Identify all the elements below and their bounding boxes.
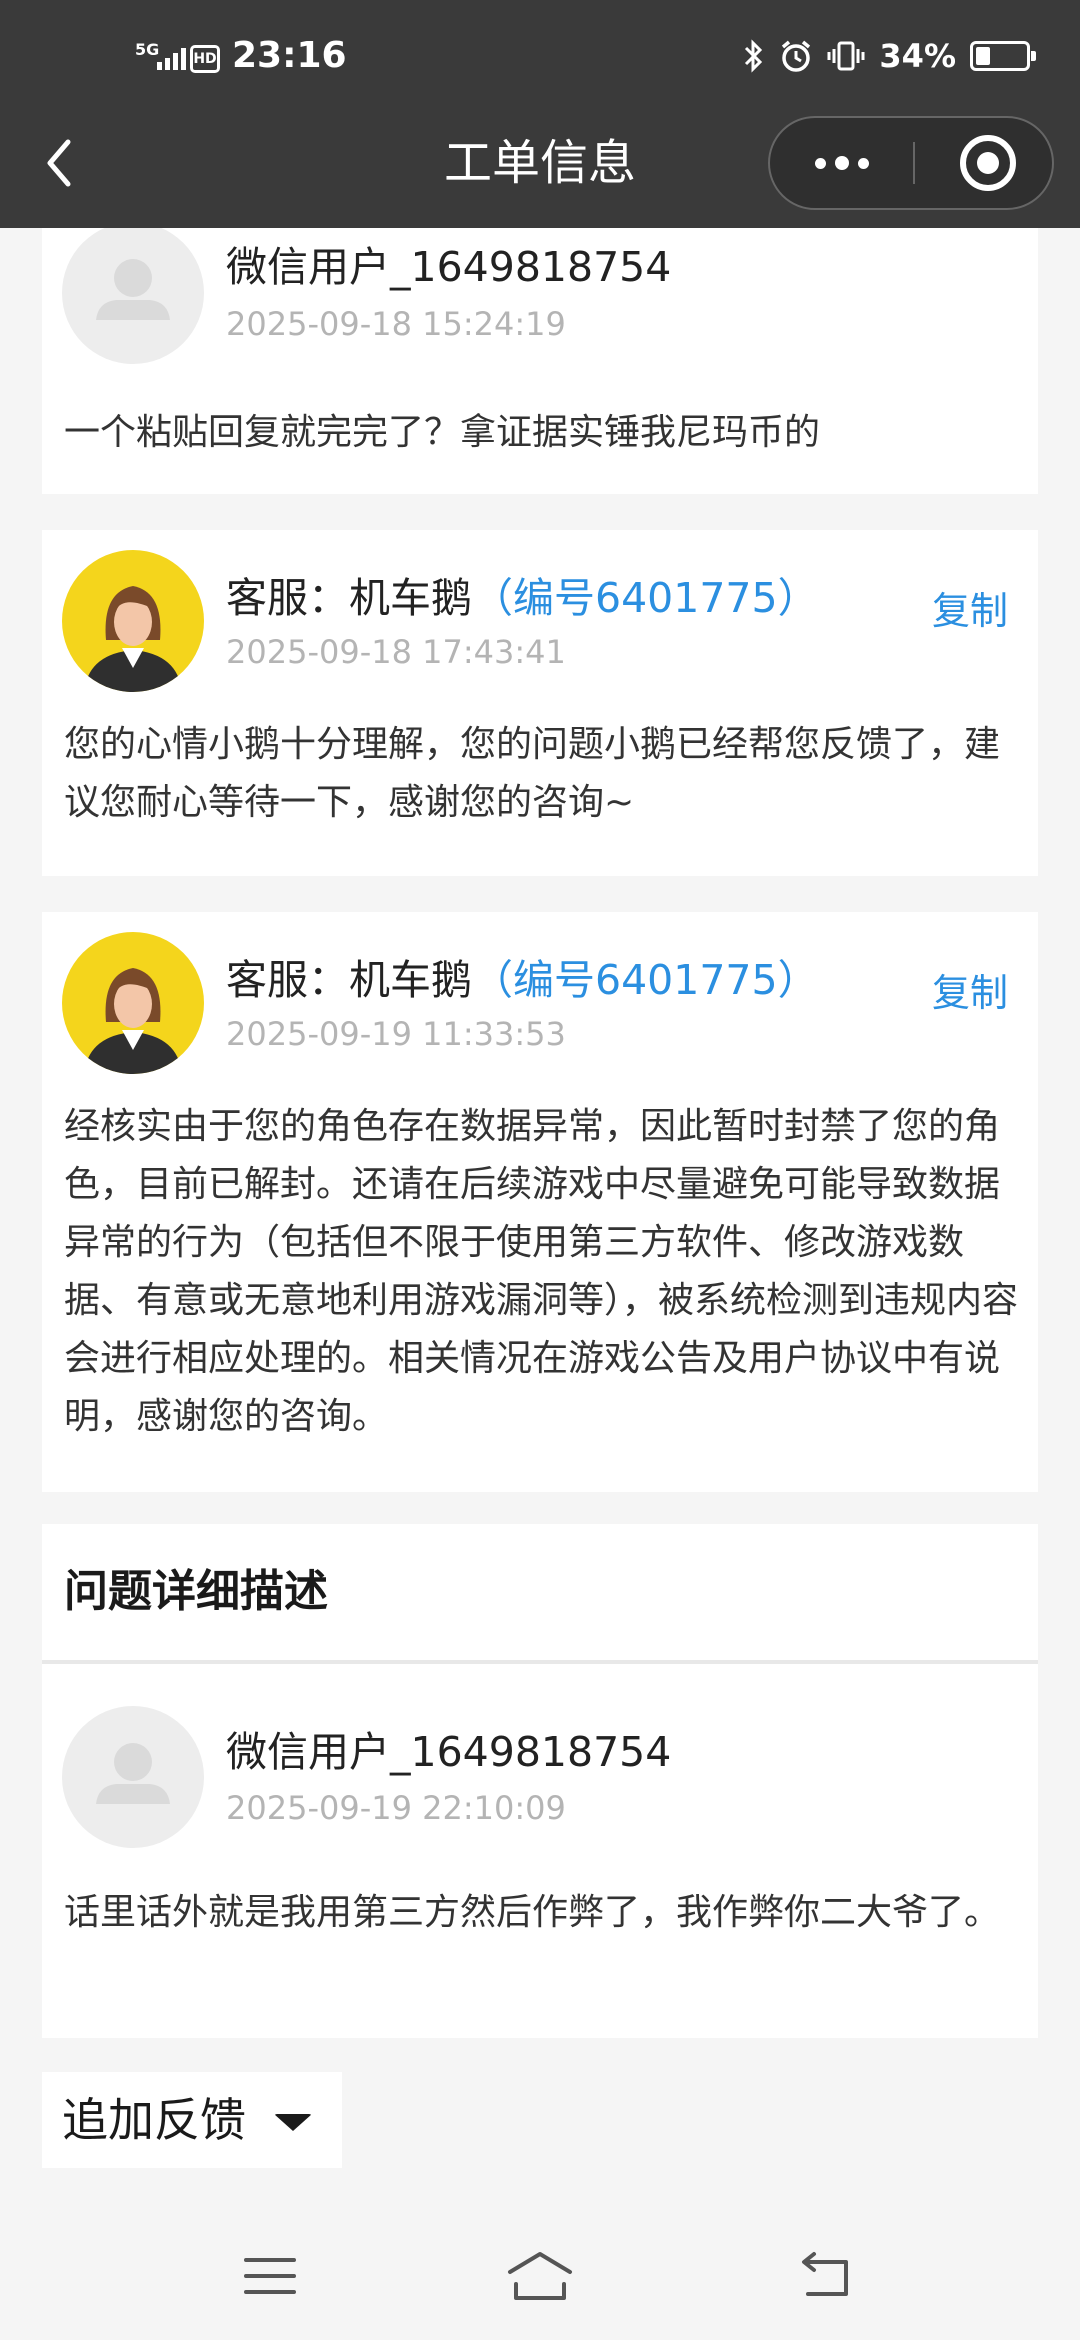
back-nav-icon[interactable]: [794, 2246, 854, 2306]
message-time: 2025-09-19 11:33:53: [226, 1015, 566, 1053]
message-text: 一个粘贴回复就完完了？拿证据实锤我尼玛币的: [64, 412, 821, 453]
message-time: 2025-09-18 15:24:19: [226, 305, 566, 343]
more-icon[interactable]: [770, 118, 913, 208]
agent-label: 客服：机车鹅: [226, 574, 472, 622]
mini-program-capsule: [768, 116, 1054, 210]
vibrate-icon: [827, 41, 865, 71]
agent-label: 客服：机车鹅: [226, 956, 472, 1004]
agent-id: （编号6401775）: [472, 574, 819, 622]
message-text: 您的心情小鹅十分理解，您的问题小鹅已经帮您反馈了，建议您耐心等待一下，感谢您的咨…: [64, 724, 1001, 823]
sender-name: 微信用户_1649818754: [226, 243, 672, 291]
battery-icon: [970, 41, 1036, 71]
copy-button[interactable]: 复制: [932, 968, 1008, 1018]
capsule-divider: [913, 142, 915, 184]
message-time: 2025-09-19 22:10:09: [226, 1789, 566, 1827]
add-feedback-button[interactable]: 追加反馈: [42, 2072, 342, 2168]
message-card: 客服：机车鹅（编号6401775） 复制 2025-09-18 17:43:41…: [42, 530, 1038, 876]
hd-badge: HD: [190, 45, 220, 73]
section-title: 问题详细描述: [64, 1566, 328, 1617]
status-icons: 34%: [743, 36, 1036, 76]
network-label: 5G: [135, 40, 160, 59]
copy-button[interactable]: 复制: [932, 586, 1008, 636]
system-nav-bar: [0, 2210, 1080, 2340]
menu-icon[interactable]: [240, 2246, 300, 2306]
sender-name: 微信用户_1649818754: [226, 1728, 672, 1776]
battery-percent: 34%: [879, 37, 956, 75]
message-time: 2025-09-18 17:43:41: [226, 633, 566, 671]
agent-avatar-icon: [62, 932, 204, 1074]
signal-icon: [157, 46, 186, 70]
message-card: 客服：机车鹅（编号6401775） 复制 2025-09-19 11:33:53…: [42, 912, 1038, 1492]
close-mini-program-icon[interactable]: [960, 135, 1016, 191]
add-feedback-label: 追加反馈: [62, 2093, 246, 2147]
detail-section-header: 问题详细描述: [42, 1524, 1038, 1660]
message-text: 话里话外就是我用第三方然后作弊了，我作弊你二大爷了。: [64, 1892, 1001, 1933]
agent-name: 客服：机车鹅（编号6401775）: [226, 570, 819, 626]
caret-down-icon: [274, 2114, 312, 2131]
agent-avatar-icon: [62, 550, 204, 692]
home-icon[interactable]: [504, 2246, 576, 2306]
user-avatar-icon: [62, 222, 204, 364]
status-bar: 5G HD 23:16 34%: [0, 0, 1080, 120]
top-bar: 5G HD 23:16 34% 工单信息: [0, 0, 1080, 228]
bluetooth-icon: [745, 39, 763, 73]
alarm-icon: [782, 40, 811, 72]
agent-name: 客服：机车鹅（编号6401775）: [226, 952, 819, 1008]
user-avatar-icon: [62, 1706, 204, 1848]
detail-message-card: 微信用户_1649818754 2025-09-19 22:10:09 话里话外…: [42, 1664, 1038, 2038]
message-text: 经核实由于您的角色存在数据异常，因此暂时封禁了您的角色，目前已解封。还请在后续游…: [64, 1106, 1019, 1437]
status-time: 23:16: [232, 35, 347, 76]
agent-id: （编号6401775）: [472, 956, 819, 1004]
message-card: 微信用户_1649818754 2025-09-18 15:24:19 一个粘贴…: [42, 196, 1038, 494]
